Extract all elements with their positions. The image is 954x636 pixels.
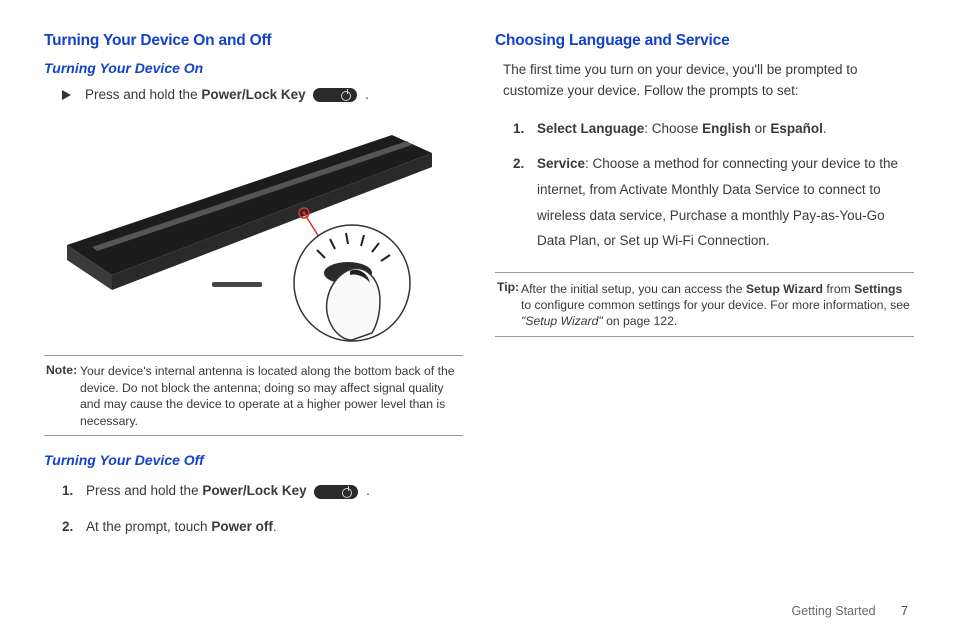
- instruction-text: Press and hold the Power/Lock Key .: [85, 86, 369, 105]
- text-fragment: on page 122.: [603, 314, 678, 328]
- device-illustration: [52, 115, 452, 345]
- tip-setup-wizard: Tip: After the initial setup, you can ac…: [495, 272, 914, 337]
- footer-section: Getting Started: [791, 604, 875, 618]
- list-item: 2. Service: Choose a method for connecti…: [513, 151, 914, 254]
- page-footer: Getting Started 7: [791, 604, 908, 618]
- text-fragment: Press and hold the: [85, 87, 201, 102]
- heading-turning-on-off: Turning Your Device On and Off: [44, 32, 463, 50]
- step-number: 1.: [62, 478, 86, 504]
- turn-off-steps: 1. Press and hold the Power/Lock Key . 2…: [62, 478, 463, 539]
- play-triangle-icon: [62, 90, 71, 100]
- step-number: 2.: [513, 151, 537, 177]
- text-fragment: .: [362, 483, 370, 498]
- option-english: English: [702, 121, 751, 136]
- page-number: 7: [901, 604, 908, 618]
- step-text: Select Language: Choose English or Españ…: [537, 116, 914, 142]
- setup-wizard-ref: "Setup Wizard": [521, 314, 603, 328]
- text-fragment: .: [365, 87, 369, 102]
- manual-page: Turning Your Device On and Off Turning Y…: [0, 0, 954, 570]
- text-fragment: After the initial setup, you can access …: [521, 282, 746, 296]
- settings-label: Settings: [854, 282, 902, 296]
- step-text: At the prompt, touch Power off.: [86, 514, 463, 540]
- tip-body: After the initial setup, you can access …: [521, 281, 912, 330]
- text-fragment: : Choose: [644, 121, 702, 136]
- power-key-icon: [313, 88, 357, 102]
- text-fragment: from: [823, 282, 854, 296]
- power-lock-key-label: Power/Lock Key: [202, 483, 306, 498]
- text-fragment: At the prompt, touch: [86, 519, 211, 534]
- step-lead: Service: [537, 156, 585, 171]
- intro-paragraph: The first time you turn on your device, …: [503, 60, 914, 102]
- subheading-turning-off: Turning Your Device Off: [44, 452, 463, 468]
- text-fragment: to configure common settings for your de…: [521, 298, 910, 312]
- setup-steps: 1. Select Language: Choose English or Es…: [513, 116, 914, 254]
- list-item: 2. At the prompt, touch Power off.: [62, 514, 463, 540]
- list-item: 1. Press and hold the Power/Lock Key .: [62, 478, 463, 504]
- step-lead: Select Language: [537, 121, 644, 136]
- subheading-turning-on: Turning Your Device On: [44, 60, 463, 76]
- right-column: Choosing Language and Service The first …: [495, 32, 914, 550]
- step-text: Press and hold the Power/Lock Key .: [86, 478, 463, 504]
- setup-wizard-label: Setup Wizard: [746, 282, 823, 296]
- note-body: Your device's internal antenna is locate…: [80, 363, 461, 429]
- text-fragment: Press and hold the: [86, 483, 202, 498]
- instruction-press-hold-on: Press and hold the Power/Lock Key .: [62, 86, 463, 105]
- list-item: 1. Select Language: Choose English or Es…: [513, 116, 914, 142]
- option-espanol: Español: [770, 121, 823, 136]
- text-fragment: : Choose a method for connecting your de…: [537, 156, 898, 248]
- power-lock-key-label: Power/Lock Key: [201, 87, 305, 102]
- left-column: Turning Your Device On and Off Turning Y…: [44, 32, 463, 550]
- note-label: Note:: [46, 363, 77, 377]
- step-number: 1.: [513, 116, 537, 142]
- note-antenna: Note: Your device's internal antenna is …: [44, 355, 463, 436]
- tip-label: Tip:: [497, 280, 519, 294]
- step-text: Service: Choose a method for connecting …: [537, 151, 914, 254]
- power-key-icon: [314, 485, 358, 499]
- text-fragment: .: [273, 519, 277, 534]
- step-number: 2.: [62, 514, 86, 540]
- power-off-label: Power off: [211, 519, 273, 534]
- text-fragment: .: [823, 121, 827, 136]
- heading-language-service: Choosing Language and Service: [495, 32, 914, 50]
- text-fragment: or: [751, 121, 771, 136]
